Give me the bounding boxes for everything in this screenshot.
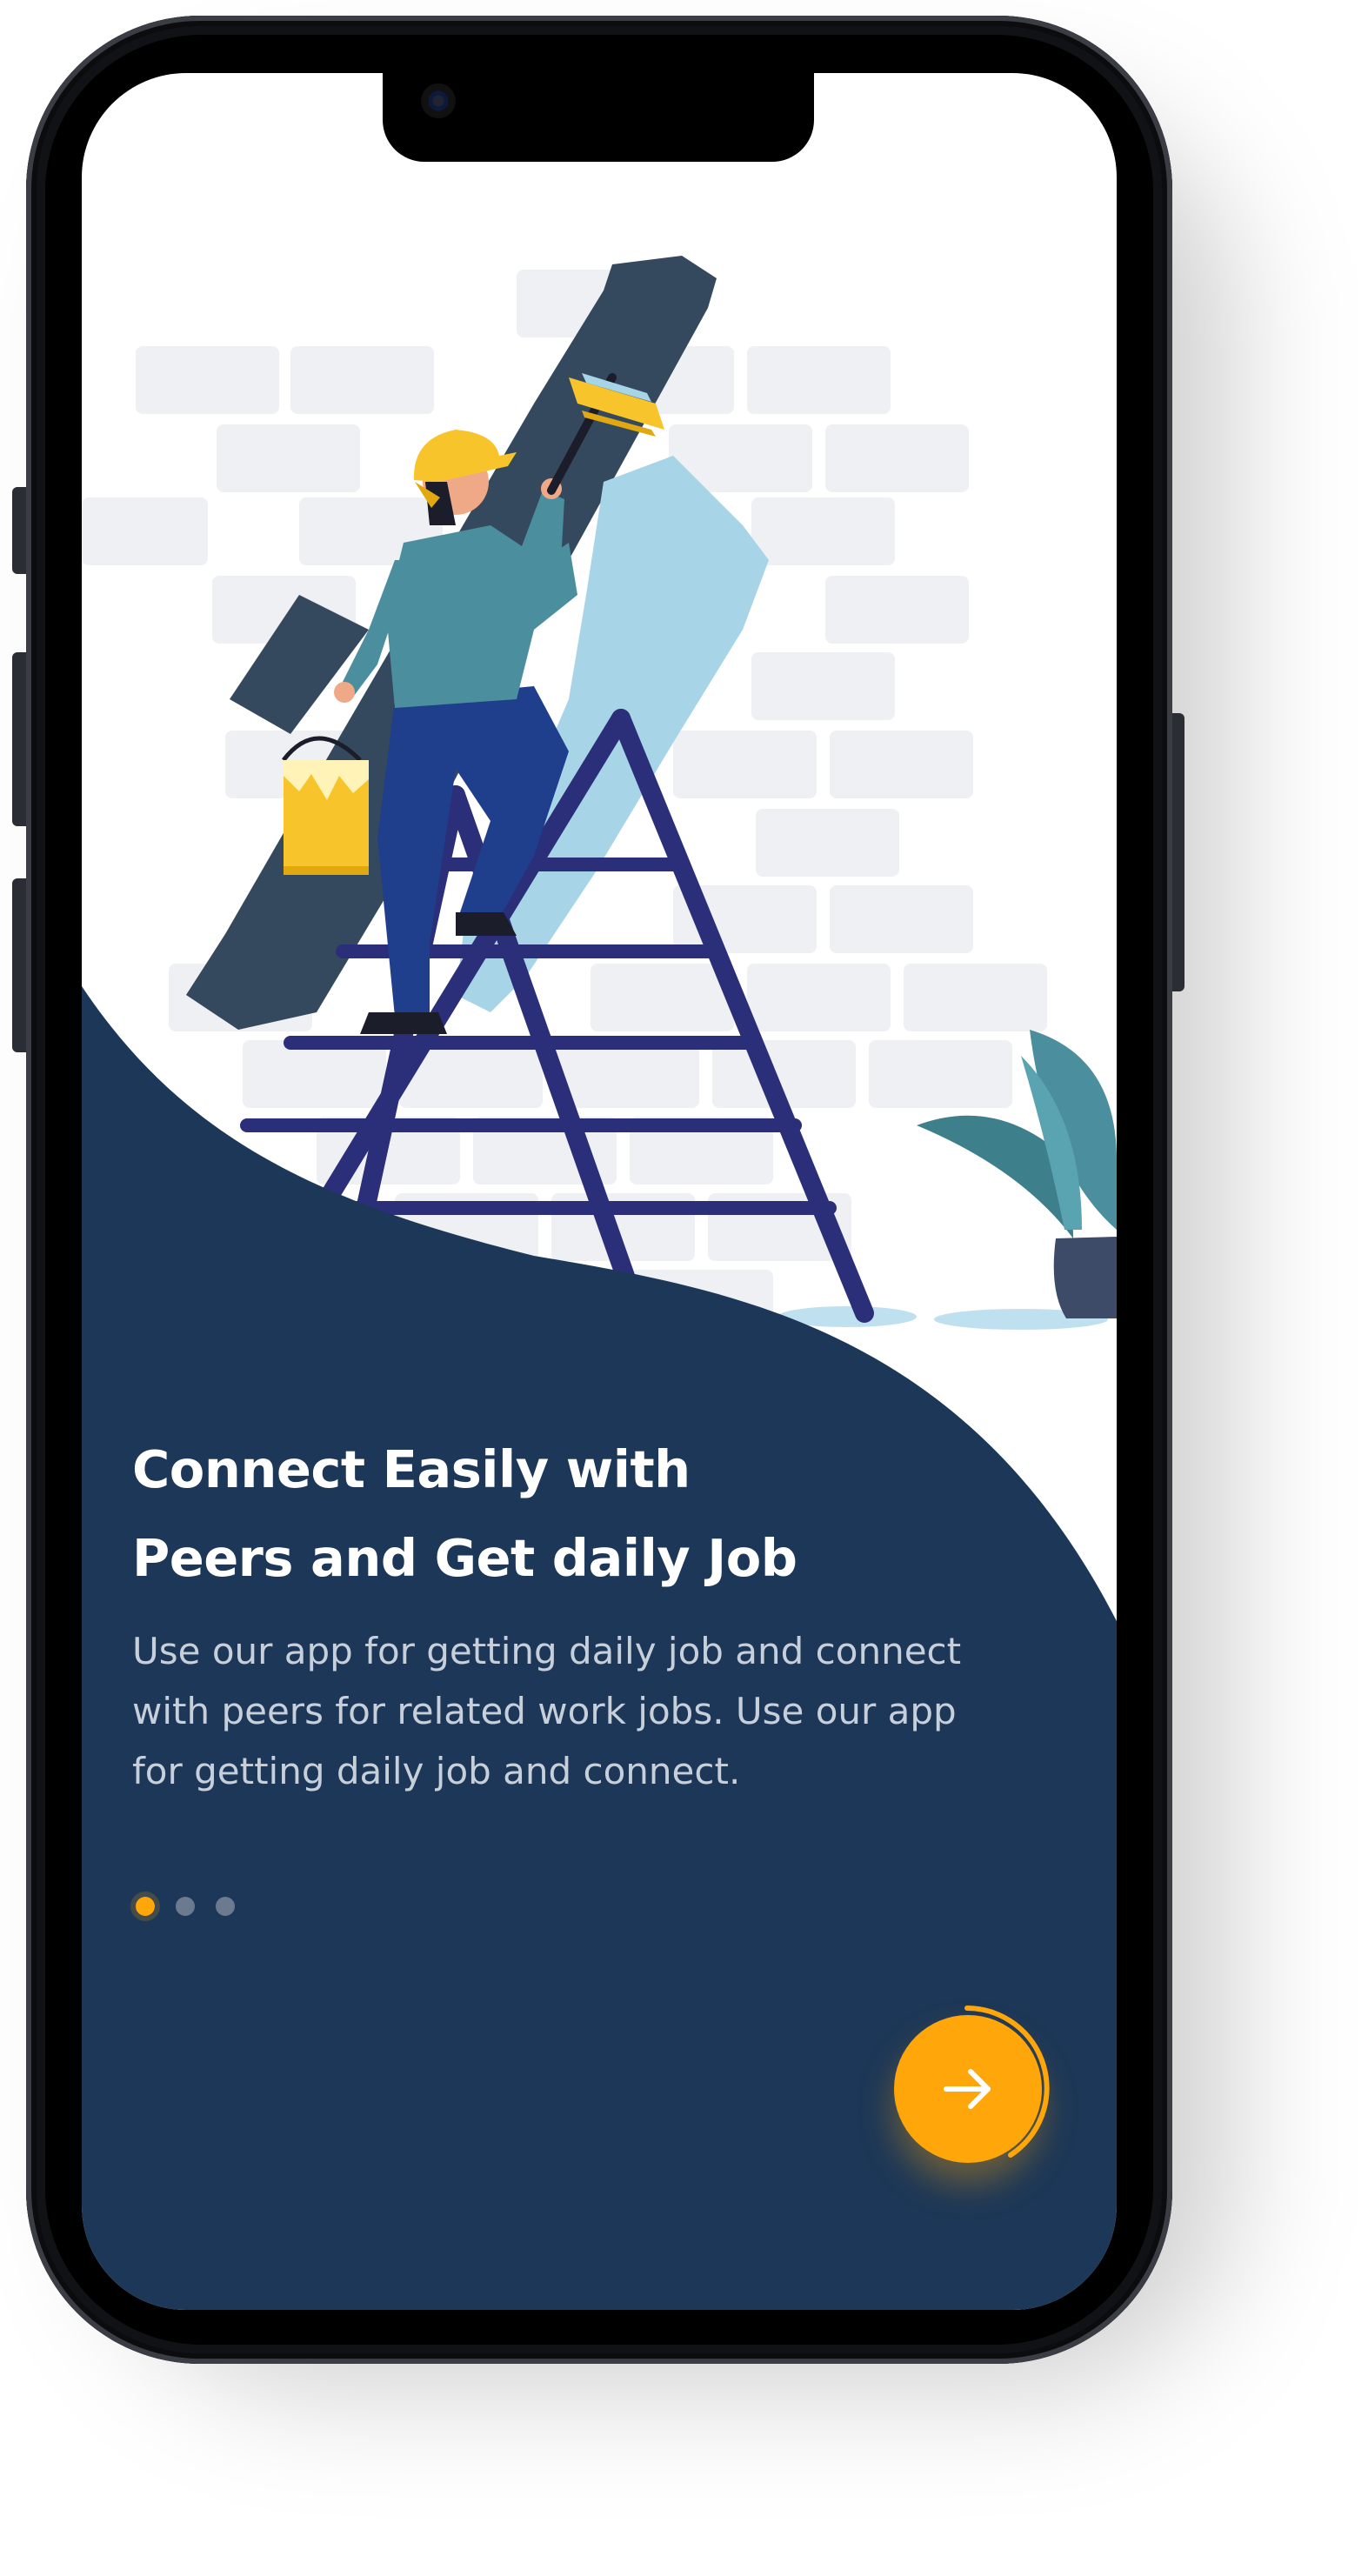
onboarding-description: Use our app for getting daily job and co… xyxy=(132,1621,1080,1801)
description-line: Use our app for getting daily job and co… xyxy=(132,1630,962,1672)
arrow-right-icon xyxy=(944,2069,991,2109)
next-button-container xyxy=(880,2001,1054,2175)
front-camera-icon xyxy=(421,83,456,118)
device-mockup: Connect Easily with Peers and Get daily … xyxy=(0,0,1368,2576)
description-line: for getting daily job and connect. xyxy=(132,1750,741,1792)
onboarding-title: Connect Easily with Peers and Get daily … xyxy=(132,1425,1002,1603)
title-line: Peers and Get daily Job xyxy=(132,1528,797,1588)
page-dot[interactable] xyxy=(176,1897,195,1916)
next-button[interactable] xyxy=(894,2015,1042,2163)
description-line: with peers for related work jobs. Use ou… xyxy=(132,1690,957,1732)
page-dot-active[interactable] xyxy=(136,1897,155,1916)
title-line: Connect Easily with xyxy=(132,1439,691,1499)
onboarding-illustration xyxy=(82,256,1117,2310)
page-indicator xyxy=(136,1897,256,1916)
onboarding-screen: Connect Easily with Peers and Get daily … xyxy=(82,73,1117,2310)
page-dot[interactable] xyxy=(216,1897,235,1916)
